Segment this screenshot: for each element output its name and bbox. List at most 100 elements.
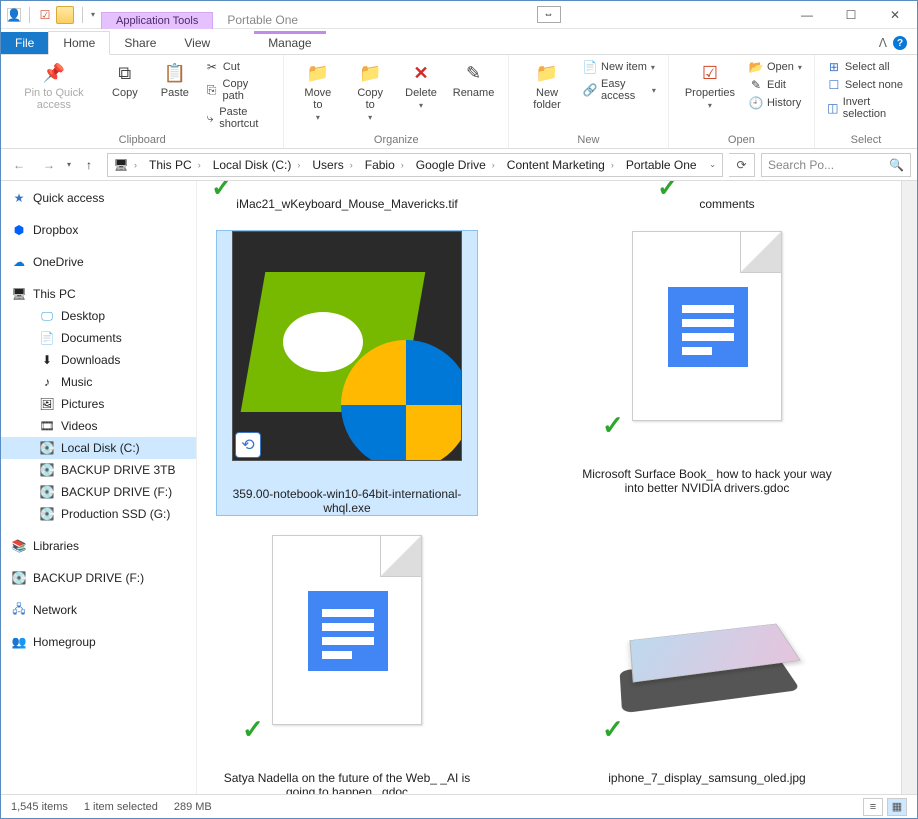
nav-desktop[interactable]: 🖵Desktop — [1, 305, 196, 327]
sync-check-icon: ✓ — [602, 714, 624, 745]
crumb-item[interactable]: Fabio› — [359, 158, 410, 172]
file-item-selected[interactable]: ⟲ 359.00-notebook-win10-64bit-internatio… — [217, 231, 477, 515]
file-item[interactable]: ✓ comments — [597, 191, 857, 211]
nav-quick-access[interactable]: ★Quick access — [1, 187, 196, 209]
new-folder-icon: 📁 — [535, 61, 559, 85]
new-item-button[interactable]: 📄New item ▾ — [581, 59, 658, 75]
nav-downloads[interactable]: ⬇Downloads — [1, 349, 196, 371]
search-input[interactable]: Search Po...🔍 — [761, 153, 911, 177]
tab-view[interactable]: View — [170, 32, 224, 54]
nav-libraries[interactable]: 📚Libraries — [1, 535, 196, 557]
paste-button[interactable]: 📋 Paste — [153, 59, 197, 101]
crumb-item[interactable]: Portable One — [620, 158, 703, 172]
invert-selection-button[interactable]: ◫Invert selection — [825, 95, 907, 121]
ribbon-collapse-icon[interactable]: ᐱ — [879, 36, 887, 50]
qat-dropdown-icon[interactable]: ▾ — [91, 10, 95, 19]
crumb-item[interactable]: Users› — [306, 158, 358, 172]
group-label: Clipboard — [11, 132, 273, 146]
file-item[interactable]: ✓ Satya Nadella on the future of the Web… — [217, 535, 477, 794]
edit-button[interactable]: ✎Edit — [747, 77, 804, 93]
select-none-icon: ☐ — [827, 78, 841, 92]
view-details-button[interactable]: ≡ — [863, 798, 883, 816]
nav-dropbox[interactable]: ⬢Dropbox — [1, 219, 196, 241]
select-none-button[interactable]: ☐Select none — [825, 77, 907, 93]
cut-button[interactable]: ✂Cut — [203, 59, 274, 75]
navigation-pane[interactable]: ★Quick access ⬢Dropbox ☁OneDrive 🖥This P… — [1, 181, 197, 794]
file-item[interactable]: ✓ iMac21_wKeyboard_Mouse_Mavericks.tif — [217, 191, 477, 211]
videos-icon: 🎞 — [39, 418, 55, 434]
copy-button[interactable]: ⧉ Copy — [103, 59, 147, 101]
minimize-button[interactable]: — — [785, 1, 829, 29]
sync-check-icon: ✓ — [211, 181, 233, 203]
nav-up-button[interactable]: ↑ — [77, 153, 101, 177]
qat-properties-icon[interactable]: ☑ — [38, 8, 52, 22]
downloads-icon: ⬇ — [39, 352, 55, 368]
sync-check-icon: ✓ — [602, 410, 624, 441]
breadcrumb-dropdown-icon[interactable]: ⌄ — [703, 160, 722, 169]
pin-quick-access-button[interactable]: 📌 Pin to Quick access — [11, 59, 97, 113]
crumb-item[interactable]: This PC› — [143, 158, 207, 172]
nav-backup-f[interactable]: 💽BACKUP DRIVE (F:) — [1, 481, 196, 503]
libraries-icon: 📚 — [11, 538, 27, 554]
maximize-button[interactable]: ☐ — [829, 1, 873, 29]
nav-homegroup[interactable]: 👥Homegroup — [1, 631, 196, 653]
tab-home[interactable]: Home — [48, 31, 110, 55]
nav-local-disk[interactable]: 💽Local Disk (C:) — [1, 437, 196, 459]
move-icon: 📁 — [306, 61, 330, 85]
history-button[interactable]: 🕘History — [747, 95, 804, 111]
nav-back-button[interactable]: ← — [7, 153, 31, 177]
copy-path-button[interactable]: ⎘Copy path — [203, 77, 274, 103]
crumb-item[interactable]: Local Disk (C:)› — [207, 158, 307, 172]
properties-button[interactable]: ☑Properties▾ — [679, 59, 741, 112]
copy-to-button[interactable]: 📁Copy to▾ — [347, 59, 393, 124]
move-to-button[interactable]: 📁Move to▾ — [294, 59, 341, 124]
edit-icon: ✎ — [749, 78, 763, 92]
invert-icon: ◫ — [827, 101, 839, 115]
refresh-button[interactable]: ⟳ — [729, 153, 755, 177]
copy-icon: ⧉ — [113, 61, 137, 85]
crumb-item[interactable]: Content Marketing› — [501, 158, 620, 172]
status-selection: 1 item selected — [84, 801, 158, 813]
resize-handle-icon[interactable]: ⇔ — [537, 6, 561, 23]
file-item[interactable]: ✓ Microsoft Surface Book_ how to hack yo… — [577, 231, 837, 515]
select-all-button[interactable]: ⊞Select all — [825, 59, 907, 75]
tab-file[interactable]: File — [1, 32, 48, 54]
nav-backup-3tb[interactable]: 💽BACKUP DRIVE 3TB — [1, 459, 196, 481]
nav-music[interactable]: ♪Music — [1, 371, 196, 393]
nav-this-pc[interactable]: 🖥This PC — [1, 283, 196, 305]
nav-history-dropdown[interactable]: ▾ — [67, 160, 71, 169]
file-list[interactable]: ✓ iMac21_wKeyboard_Mouse_Mavericks.tif ✓… — [197, 181, 901, 794]
rename-button[interactable]: ✎Rename — [449, 59, 498, 101]
nav-videos[interactable]: 🎞Videos — [1, 415, 196, 437]
help-icon[interactable]: ? — [893, 36, 907, 50]
user-icon[interactable]: 👤 — [7, 8, 21, 22]
nav-onedrive[interactable]: ☁OneDrive — [1, 251, 196, 273]
nav-forward-button[interactable]: → — [37, 153, 61, 177]
gdoc-icon — [308, 591, 388, 671]
breadcrumb[interactable]: 🖥› This PC› Local Disk (C:)› Users› Fabi… — [107, 153, 723, 177]
file-name: Satya Nadella on the future of the Web_ … — [217, 771, 477, 794]
folder-icon[interactable] — [56, 6, 74, 24]
crumb-item[interactable]: Google Drive› — [410, 158, 501, 172]
tab-manage[interactable]: Manage — [254, 31, 325, 54]
status-bar: 1,545 items 1 item selected 289 MB ≡ ▦ — [1, 794, 917, 818]
open-button[interactable]: 📂Open ▾ — [747, 59, 804, 75]
vertical-scrollbar[interactable] — [901, 181, 917, 794]
properties-icon: ☑ — [698, 61, 722, 85]
nav-backup-f-2[interactable]: 💽BACKUP DRIVE (F:) — [1, 567, 196, 589]
delete-button[interactable]: ✕Delete▾ — [399, 59, 443, 112]
nav-pictures[interactable]: 🖼Pictures — [1, 393, 196, 415]
music-icon: ♪ — [39, 374, 55, 390]
main-area: ★Quick access ⬢Dropbox ☁OneDrive 🖥This P… — [1, 181, 917, 794]
new-folder-button[interactable]: 📁New folder — [519, 59, 575, 113]
documents-icon: 📄 — [39, 330, 55, 346]
nav-network[interactable]: 🖧Network — [1, 599, 196, 621]
close-button[interactable]: ✕ — [873, 1, 917, 29]
tab-share[interactable]: Share — [110, 32, 170, 54]
view-large-icons-button[interactable]: ▦ — [887, 798, 907, 816]
nav-production-ssd[interactable]: 💽Production SSD (G:) — [1, 503, 196, 525]
nav-documents[interactable]: 📄Documents — [1, 327, 196, 349]
paste-shortcut-button[interactable]: ⤷Paste shortcut — [203, 105, 274, 131]
file-item[interactable]: ✓ iphone_7_display_samsung_oled.jpg — [577, 535, 837, 794]
easy-access-button[interactable]: 🔗Easy access ▾ — [581, 77, 658, 103]
